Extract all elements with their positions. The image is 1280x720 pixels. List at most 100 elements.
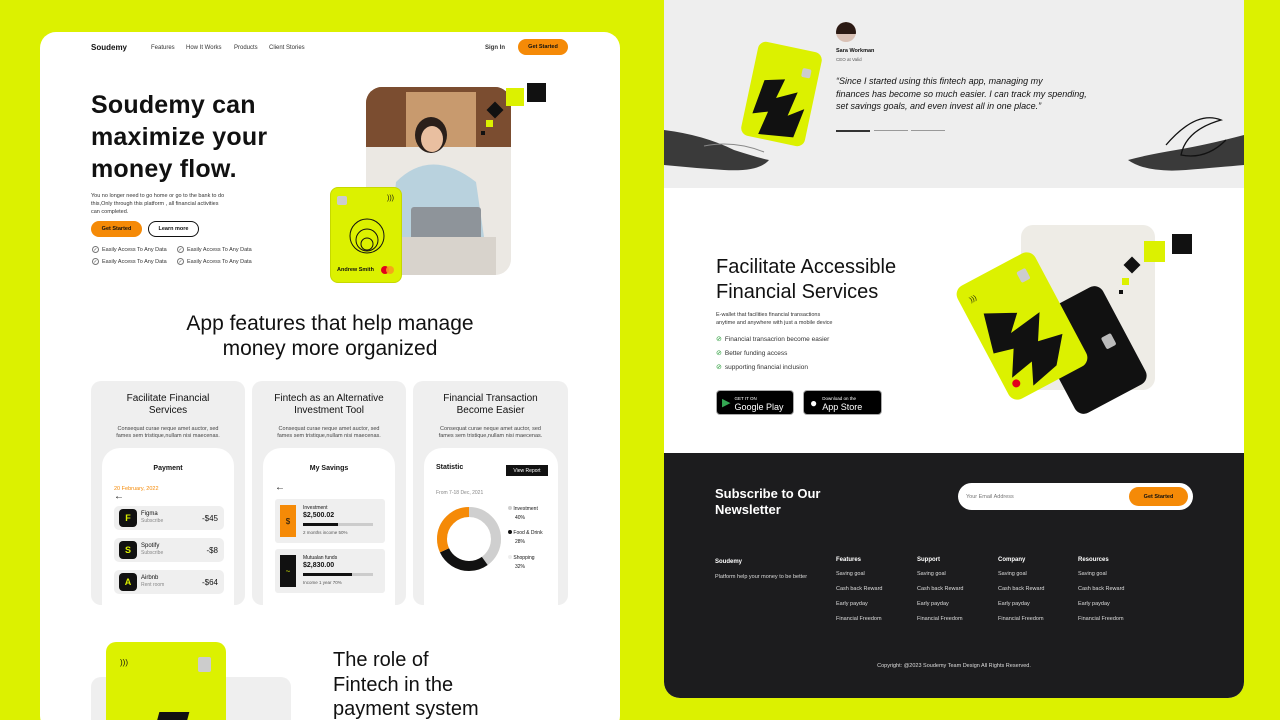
mastercard-icon-overlap [386,266,394,274]
savings-item[interactable]: ~ Mutualan funds $2,830.00 Income 1 year… [275,549,385,593]
chip-icon [1100,332,1117,350]
view-report-button[interactable]: View Report [506,465,548,476]
learn-more-button[interactable]: Learn more [148,221,199,237]
footer-link[interactable]: Financial Freedom [836,616,882,622]
facilitate-check-item: ⊘ Financial transacrion become easier [716,335,829,344]
slider-dot[interactable] [911,130,945,131]
avatar [836,22,856,42]
hero-payment-card: ))) Andrew Smith [330,187,402,283]
role-heading-line: payment system [333,698,479,720]
decor-square [1119,290,1123,294]
payment-sub: Subscribe [141,518,164,524]
hero-check-item: ✓ Easily Access To Any Data [92,258,167,265]
role-payment-card: ))) [106,642,226,720]
card-pattern [752,79,805,138]
check-label: Easily Access To Any Data [102,258,167,265]
hero-check-item: ✓ Easily Access To Any Data [177,246,252,253]
facilitate-desc-line: E-wallet that facilities financial trans… [716,312,821,318]
decor-square [481,131,485,135]
feature-desc-line: Consequat curae neque amet auctor, sed [278,426,380,432]
footer-link[interactable]: Early payday [1078,601,1124,607]
footer-link[interactable]: Financial Freedom [1078,616,1124,622]
features-heading-line: money more organized [222,337,438,360]
footer-link[interactable]: Early payday [836,601,882,607]
legend-value: 40% [515,515,526,521]
footer-link[interactable]: Cash back Reward [998,586,1044,592]
features-heading: App features that help manage money more… [130,311,530,361]
nav-get-started-button[interactable]: Get Started [518,39,568,55]
store-text: Download on the App Store [822,394,862,412]
email-input[interactable] [966,489,1116,504]
facilitate-heading-line: Financial Services [716,280,879,303]
quote-line: “Since I started using this fintech app,… [836,76,1043,86]
testimonial-name: Sara Workman [836,48,875,54]
store-big: App Store [822,401,863,412]
nav-link-how-it-works[interactable]: How It Works [186,45,222,51]
subscribe-button[interactable]: Get Started [1129,487,1188,506]
footer-column-company: Company Saving goal Cash back Reward Ear… [998,557,1044,622]
chip-icon [1016,267,1031,284]
hero-get-started-button[interactable]: Get Started [91,221,142,237]
savings-progress-track [303,573,373,576]
footer-link[interactable]: Saving goal [917,571,963,577]
testimonial-section: Sara Workman CEO at Valid “Since I start… [664,0,1244,188]
footer-column-features: Features Saving goal Cash back Reward Ea… [836,557,882,622]
footer-link[interactable]: Early payday [998,601,1044,607]
brand-logo[interactable]: Soudemy [91,43,127,52]
quote-line: finances has become so much easier. I ca… [836,88,1087,99]
footer-link[interactable]: Cash back Reward [1078,586,1124,592]
slider-dot-active[interactable] [836,130,870,132]
nav-link-products[interactable]: Products [234,45,258,51]
footer-link[interactable]: Cash back Reward [836,586,882,592]
feature-title-line: Fintech as an Alternative [274,393,384,404]
legend-label: Food & Drink [513,530,543,536]
check-circle-icon: ✓ [177,246,184,253]
check-circle-icon: ⊘ [716,350,722,357]
chip-icon [198,657,211,672]
google-play-button[interactable]: ▶ GET IT ON Google Play [716,390,794,415]
nav-link-client-stories[interactable]: Client Stories [269,45,305,51]
hero-desc-line: can completed. [91,209,129,215]
feature-card-desc: Consequat curae neque amet auctor, sed f… [91,426,245,440]
payment-row[interactable]: F Figma Subscribe -$45 [114,506,224,530]
savings-item[interactable]: $ Investment $2,500.02 2 months income 5… [275,499,385,543]
store-big: Google Play [734,401,784,412]
feature-card-statistic: Financial Transaction Become Easier Cons… [413,381,568,605]
app-store-button[interactable]: ● Download on the App Store [803,390,882,415]
payment-sub: Subscribe [141,550,164,556]
footer-link[interactable]: Early payday [917,601,963,607]
back-arrow-icon[interactable]: ← [275,482,285,493]
payment-row[interactable]: S Spotify Subscribe -$8 [114,538,224,562]
footer-link[interactable]: Financial Freedom [998,616,1044,622]
contactless-icon: ))) [968,294,978,304]
check-label: Easily Access To Any Data [187,246,252,253]
card-pattern [152,712,190,720]
footer-link[interactable]: Cash back Reward [917,586,963,592]
footer-link[interactable]: Saving goal [836,571,882,577]
footer-link[interactable]: Saving goal [1078,571,1124,577]
payment-row[interactable]: A Airbnb Rent room -$64 [114,570,224,594]
legend-value: 32% [515,564,526,570]
feature-title-line: Facilitate Financial [126,393,210,404]
back-arrow-icon[interactable]: ← [114,491,124,502]
footer-brand[interactable]: Soudemy [715,559,742,565]
slider-dot[interactable] [874,130,908,131]
payment-name: Figma [141,511,158,517]
contactless-icon: ))) [387,195,394,202]
savings-phone-mockup: My Savings ← $ Investment $2,500.02 2 mo… [263,448,395,605]
legend-label: Shopping [513,555,535,561]
check-circle-icon: ✓ [177,258,184,265]
testimonial-quote: “Since I started using this fintech app,… [836,75,1087,113]
check-label: Easily Access To Any Data [187,258,252,265]
payment-sub: Rent room [141,582,165,588]
right-hand-illustration [1128,117,1244,171]
newsletter-heading-line: Subscribe to Our [715,486,821,501]
nav-link-features[interactable]: Features [151,45,175,51]
sign-in-link[interactable]: Sign In [485,45,505,51]
features-heading-line: App features that help manage [186,312,474,335]
apple-icon: ● [810,395,818,410]
payment-name: Airbnb [141,575,159,581]
payment-name: Spotify [141,543,160,549]
footer-link[interactable]: Financial Freedom [917,616,963,622]
footer-link[interactable]: Saving goal [998,571,1044,577]
